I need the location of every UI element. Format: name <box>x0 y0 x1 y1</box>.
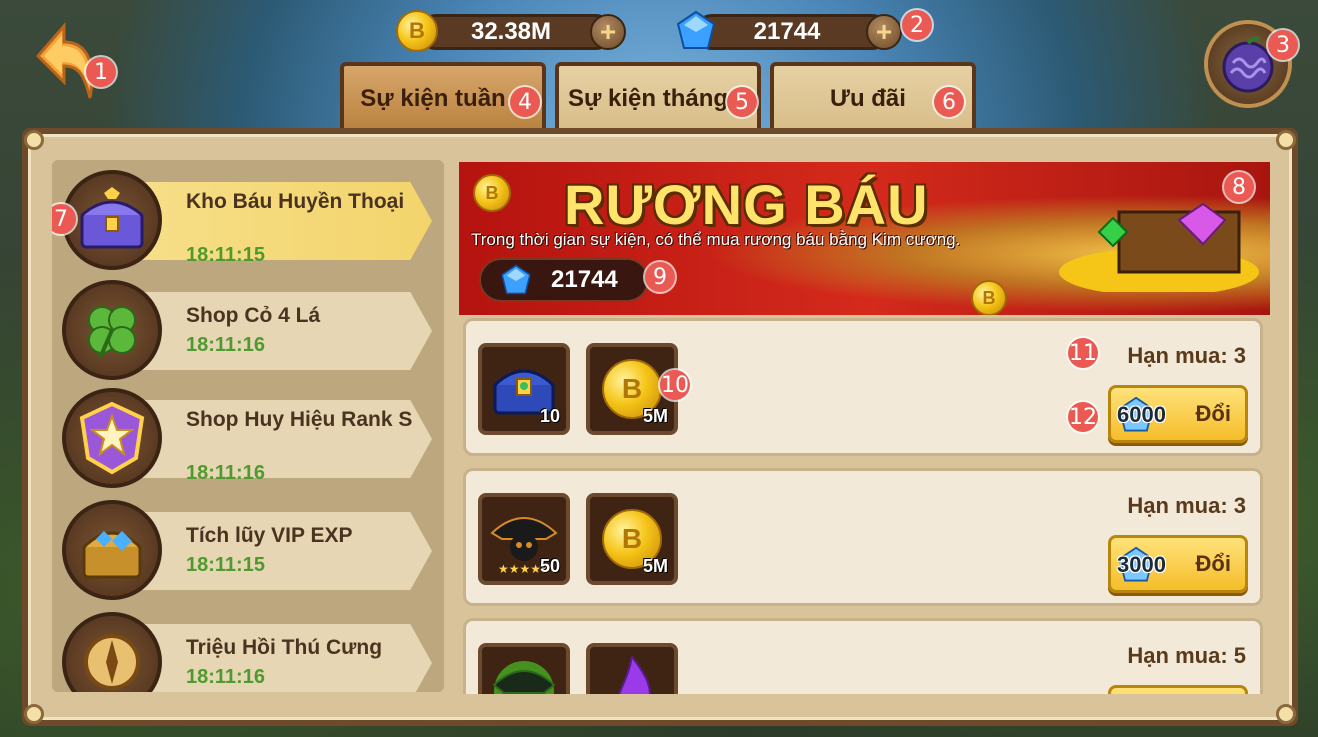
purchase-limit: Hạn mua: 3 <box>1127 343 1246 368</box>
purchase-limit: Hạn mua: 3 <box>1127 493 1246 518</box>
marker-10: 10 <box>660 370 690 400</box>
gold-amount: 32.38M <box>470 18 552 45</box>
marker-1: 1 <box>86 57 116 87</box>
purple-flame-icon <box>618 654 651 694</box>
frame-corner <box>24 704 44 724</box>
exchange-price: 3000 <box>1117 552 1166 577</box>
sidebar-item-label: Kho Báu Huyền Thoại <box>186 190 405 213</box>
marker-2: 2 <box>902 10 932 40</box>
frame-corner <box>24 130 44 150</box>
item-slot[interactable]: 10 <box>478 343 570 435</box>
marker-4: 4 <box>510 87 540 117</box>
sidebar-item-kho-bau[interactable]: Kho Báu Huyền Thoại 18:11:15 <box>62 170 432 270</box>
exchange-button[interactable]: 3000 Đổi <box>1108 535 1248 593</box>
rank-badge-icon <box>79 401 145 475</box>
sidebar-item-label: Shop Huy Hiệu Rank S <box>186 408 413 431</box>
sidebar-item-label: Shop Cỏ 4 Lá <box>186 304 321 327</box>
marker-5: 5 <box>727 87 757 117</box>
marker-3: 3 <box>1268 30 1298 60</box>
exchange-button[interactable] <box>1108 685 1248 694</box>
sidebar-item-label: Tích lũy VIP EXP <box>186 524 353 547</box>
banner-gem-amount: 21744 <box>551 266 618 293</box>
gold-coin-icon: B <box>396 10 438 52</box>
banner-gem-balance: 21744 <box>479 258 649 302</box>
item-slot[interactable]: B 5M <box>586 493 678 585</box>
sidebar-item-timer: 18:11:16 <box>186 666 265 688</box>
legend-chest-icon <box>80 187 144 249</box>
offer-row: 10 B 5M Hạn mua: 3 6000 Đổi <box>463 318 1263 456</box>
event-sidebar: Kho Báu Huyền Thoại 18:11:15 7 Shop Cỏ 4… <box>52 160 444 692</box>
gem-amount: 21744 <box>753 18 821 45</box>
item-quantity: 50 <box>539 556 560 576</box>
sidebar-item-timer: 18:11:16 <box>186 462 265 484</box>
gold-coin-icon: B <box>971 280 1007 315</box>
sidebar-item-timer: 18:11:15 <box>186 244 265 266</box>
sidebar-item-timer: 18:11:15 <box>186 554 265 576</box>
exchange-label: Đổi <box>1195 401 1231 426</box>
item-quantity: 5M <box>642 406 668 426</box>
item-slot[interactable]: ★★★★★ 50 <box>478 493 570 585</box>
exchange-price: 6000 <box>1117 402 1166 427</box>
sidebar-item-tich-luy[interactable]: Tích lũy VIP EXP 18:11:15 <box>62 500 432 600</box>
gem-counter: 21744 <box>694 14 890 50</box>
item-slot[interactable] <box>586 643 678 694</box>
green-pirate-hat-icon <box>492 661 556 694</box>
gold-coin-icon: B <box>473 174 511 212</box>
gold-counter: 32.38M <box>418 14 614 50</box>
banner-description: Trong thời gian sự kiện, có thể mua rươn… <box>471 230 961 249</box>
sidebar-item-huy-hieu[interactable]: Shop Huy Hiệu Rank S 18:11:16 <box>62 388 432 488</box>
exchange-label: Đổi <box>1195 551 1231 576</box>
marker-6: 6 <box>934 87 964 117</box>
frame-corner <box>1276 130 1296 150</box>
sidebar-item-timer: 18:11:16 <box>186 334 265 356</box>
item-quantity: 5M <box>642 556 668 576</box>
gem-chest-icon <box>82 531 142 579</box>
compass-icon <box>84 634 140 690</box>
sidebar-item-shop-co[interactable]: Shop Cỏ 4 Lá 18:11:16 <box>62 280 432 380</box>
item-quantity: 10 <box>539 406 560 426</box>
sidebar-item-label: Triệu Hồi Thú Cưng <box>186 636 383 659</box>
treasure-pile-icon <box>1059 202 1259 292</box>
banner-title: RƯƠNG BÁU <box>564 173 929 236</box>
marker-8: 8 <box>1224 172 1254 202</box>
offer-row: ★★★★★ 50 B 5M Hạn mua: 3 3000 Đổi <box>463 468 1263 606</box>
four-leaf-clover-icon <box>88 306 136 359</box>
frame-corner <box>1276 704 1296 724</box>
gem-icon <box>501 264 531 295</box>
offer-list[interactable]: 10 B 5M Hạn mua: 3 6000 Đổi ★★★★★ 50 B 5… <box>459 318 1270 694</box>
marker-9: 9 <box>645 262 675 292</box>
gem-icon <box>676 10 716 49</box>
add-gem-button[interactable]: + <box>866 14 902 50</box>
add-gold-button[interactable]: + <box>590 14 626 50</box>
purchase-limit: Hạn mua: 5 <box>1127 643 1246 668</box>
sidebar-item-trieu-hoi[interactable]: Triệu Hồi Thú Cưng 18:11:16 <box>62 612 432 692</box>
marker-11: 11 <box>1068 338 1098 368</box>
marker-12: 12 <box>1068 402 1098 432</box>
offer-row: Hạn mua: 5 <box>463 618 1263 694</box>
item-slot[interactable] <box>478 643 570 694</box>
treasure-banner: B B RƯƠNG BÁU Trong thời gian sự kiện, c… <box>459 162 1270 315</box>
exchange-button[interactable]: 6000 Đổi <box>1108 385 1248 443</box>
